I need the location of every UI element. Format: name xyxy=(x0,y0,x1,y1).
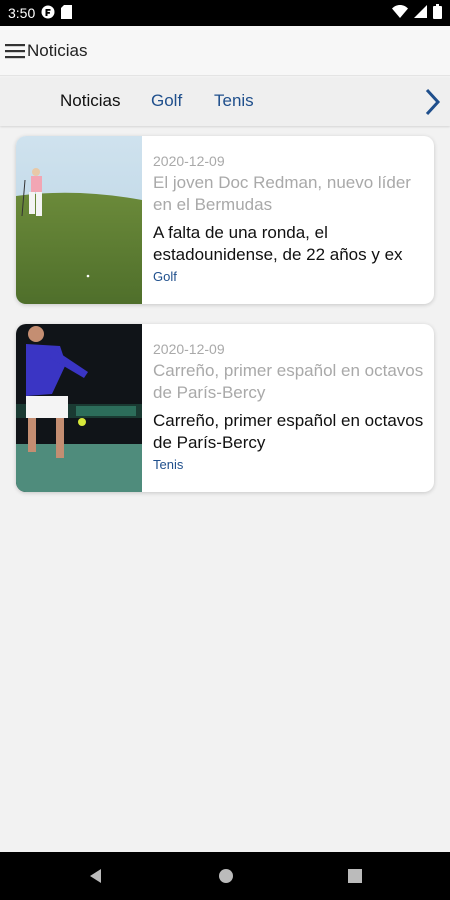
status-bar: 3:50 xyxy=(0,0,450,26)
tab-golf[interactable]: Golf xyxy=(151,91,182,111)
article-title[interactable]: El joven Doc Redman, nuevo líder en el B… xyxy=(153,172,424,216)
article-body: 2020-12-09 El joven Doc Redman, nuevo lí… xyxy=(142,136,434,304)
battery-icon xyxy=(433,4,442,22)
status-time: 3:50 xyxy=(8,5,36,21)
sd-card-icon xyxy=(61,4,73,22)
back-icon[interactable] xyxy=(86,866,106,886)
article-date: 2020-12-09 xyxy=(153,153,225,169)
golf-player-photo xyxy=(16,136,142,304)
category-tab-bar: Noticias Golf Tenis xyxy=(0,78,450,126)
article-card-golf[interactable]: 2020-12-09 El joven Doc Redman, nuevo lí… xyxy=(16,136,434,304)
article-body: 2020-12-09 Carreño, primer español en oc… xyxy=(142,324,434,492)
recents-icon[interactable] xyxy=(345,866,365,886)
app-bar: Noticias xyxy=(0,26,450,76)
chevron-right-icon[interactable] xyxy=(424,88,442,116)
article-card-tenis[interactable]: 2020-12-09 Carreño, primer español en oc… xyxy=(16,324,434,492)
article-category-tag[interactable]: Golf xyxy=(153,269,424,284)
signal-icon xyxy=(414,5,427,21)
article-summary: Carreño, primer español en octavos de Pa… xyxy=(153,411,424,452)
tab-noticias[interactable]: Noticias xyxy=(60,91,120,111)
menu-icon[interactable] xyxy=(4,41,26,61)
system-nav-bar xyxy=(0,852,450,900)
tennis-player-photo xyxy=(16,324,142,492)
article-summary: A falta de una ronda, el estadounidense,… xyxy=(153,223,403,264)
article-category-tag[interactable]: Tenis xyxy=(153,457,424,472)
page-title: Noticias xyxy=(27,40,88,60)
article-title[interactable]: Carreño, primer español en octavos de Pa… xyxy=(153,360,424,404)
app-notification-icon xyxy=(41,5,55,22)
tab-tenis[interactable]: Tenis xyxy=(214,91,254,111)
wifi-icon xyxy=(392,5,408,21)
article-date: 2020-12-09 xyxy=(153,341,225,357)
home-icon[interactable] xyxy=(216,866,236,886)
